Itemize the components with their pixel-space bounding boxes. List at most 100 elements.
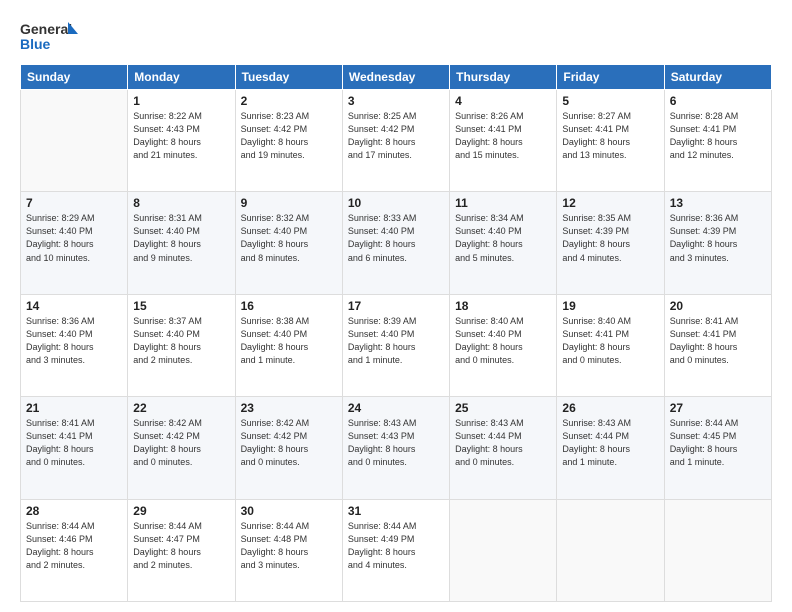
day-info: Sunrise: 8:23 AM Sunset: 4:42 PM Dayligh… bbox=[241, 110, 337, 162]
day-number: 10 bbox=[348, 196, 444, 210]
calendar-cell: 9 Sunrise: 8:32 AM Sunset: 4:40 PM Daylig… bbox=[235, 192, 342, 294]
calendar-cell: 28 Sunrise: 8:44 AM Sunset: 4:46 PM Dayli… bbox=[21, 499, 128, 601]
calendar-cell: 18Sunrise: 8:40 AM Sunset: 4:40 PM Dayli… bbox=[450, 294, 557, 396]
svg-text:Blue: Blue bbox=[20, 36, 51, 52]
calendar-body: 1Sunrise: 8:22 AM Sunset: 4:43 PM Daylig… bbox=[21, 90, 772, 602]
day-info: Sunrise: 8:31 AM Sunset: 4:40 PM Dayligh… bbox=[133, 212, 229, 264]
calendar-cell: 3 Sunrise: 8:25 AM Sunset: 4:42 PM Daylig… bbox=[342, 90, 449, 192]
day-number: 30 bbox=[241, 504, 337, 518]
header-row: SundayMondayTuesdayWednesdayThursdayFrid… bbox=[21, 65, 772, 90]
day-number: 19 bbox=[562, 299, 658, 313]
day-info: Sunrise: 8:22 AM Sunset: 4:43 PM Dayligh… bbox=[133, 110, 229, 162]
calendar-cell: 2 Sunrise: 8:23 AM Sunset: 4:42 PM Daylig… bbox=[235, 90, 342, 192]
calendar-cell bbox=[450, 499, 557, 601]
svg-text:General: General bbox=[20, 21, 72, 37]
calendar-cell: 24Sunrise: 8:43 AM Sunset: 4:43 PM Dayli… bbox=[342, 397, 449, 499]
header-day-tuesday: Tuesday bbox=[235, 65, 342, 90]
day-info: Sunrise: 8:25 AM Sunset: 4:42 PM Dayligh… bbox=[348, 110, 444, 162]
calendar-cell: 26 Sunrise: 8:43 AM Sunset: 4:44 PM Dayli… bbox=[557, 397, 664, 499]
calendar-cell: 4 Sunrise: 8:26 AM Sunset: 4:41 PM Daylig… bbox=[450, 90, 557, 192]
calendar-cell: 30 Sunrise: 8:44 AM Sunset: 4:48 PM Dayli… bbox=[235, 499, 342, 601]
day-info: Sunrise: 8:44 AM Sunset: 4:47 PM Dayligh… bbox=[133, 520, 229, 572]
day-number: 25 bbox=[455, 401, 551, 415]
calendar-table: SundayMondayTuesdayWednesdayThursdayFrid… bbox=[20, 64, 772, 602]
calendar-cell bbox=[664, 499, 771, 601]
calendar-cell: 25Sunrise: 8:43 AM Sunset: 4:44 PM Dayli… bbox=[450, 397, 557, 499]
day-info: Sunrise: 8:26 AM Sunset: 4:41 PM Dayligh… bbox=[455, 110, 551, 162]
day-info: Sunrise: 8:44 AM Sunset: 4:46 PM Dayligh… bbox=[26, 520, 122, 572]
week-row-2: 7Sunrise: 8:29 AM Sunset: 4:40 PM Daylig… bbox=[21, 192, 772, 294]
day-number: 2 bbox=[241, 94, 337, 108]
calendar-cell: 12Sunrise: 8:35 AM Sunset: 4:39 PM Dayli… bbox=[557, 192, 664, 294]
day-info: Sunrise: 8:41 AM Sunset: 4:41 PM Dayligh… bbox=[26, 417, 122, 469]
day-info: Sunrise: 8:32 AM Sunset: 4:40 PM Dayligh… bbox=[241, 212, 337, 264]
week-row-4: 21 Sunrise: 8:41 AM Sunset: 4:41 PM Dayli… bbox=[21, 397, 772, 499]
day-number: 9 bbox=[241, 196, 337, 210]
day-number: 7 bbox=[26, 196, 122, 210]
day-number: 17 bbox=[348, 299, 444, 313]
day-info: Sunrise: 8:38 AM Sunset: 4:40 PM Dayligh… bbox=[241, 315, 337, 367]
header-day-saturday: Saturday bbox=[664, 65, 771, 90]
calendar-cell: 20Sunrise: 8:41 AM Sunset: 4:41 PM Dayli… bbox=[664, 294, 771, 396]
calendar-cell: 29Sunrise: 8:44 AM Sunset: 4:47 PM Dayli… bbox=[128, 499, 235, 601]
logo-svg: GeneralBlue bbox=[20, 18, 80, 54]
calendar-cell: 22Sunrise: 8:42 AM Sunset: 4:42 PM Dayli… bbox=[128, 397, 235, 499]
day-number: 13 bbox=[670, 196, 766, 210]
header-day-wednesday: Wednesday bbox=[342, 65, 449, 90]
day-number: 22 bbox=[133, 401, 229, 415]
calendar-cell: 15Sunrise: 8:37 AM Sunset: 4:40 PM Dayli… bbox=[128, 294, 235, 396]
week-row-1: 1Sunrise: 8:22 AM Sunset: 4:43 PM Daylig… bbox=[21, 90, 772, 192]
week-row-3: 14Sunrise: 8:36 AM Sunset: 4:40 PM Dayli… bbox=[21, 294, 772, 396]
week-row-5: 28 Sunrise: 8:44 AM Sunset: 4:46 PM Dayli… bbox=[21, 499, 772, 601]
day-info: Sunrise: 8:42 AM Sunset: 4:42 PM Dayligh… bbox=[241, 417, 337, 469]
day-number: 21 bbox=[26, 401, 122, 415]
header: GeneralBlue bbox=[20, 18, 772, 54]
logo: GeneralBlue bbox=[20, 18, 80, 54]
day-info: Sunrise: 8:28 AM Sunset: 4:41 PM Dayligh… bbox=[670, 110, 766, 162]
day-info: Sunrise: 8:34 AM Sunset: 4:40 PM Dayligh… bbox=[455, 212, 551, 264]
day-number: 14 bbox=[26, 299, 122, 313]
day-number: 26 bbox=[562, 401, 658, 415]
calendar-cell bbox=[21, 90, 128, 192]
day-number: 12 bbox=[562, 196, 658, 210]
calendar-cell: 1Sunrise: 8:22 AM Sunset: 4:43 PM Daylig… bbox=[128, 90, 235, 192]
header-day-sunday: Sunday bbox=[21, 65, 128, 90]
day-number: 24 bbox=[348, 401, 444, 415]
calendar-cell: 7Sunrise: 8:29 AM Sunset: 4:40 PM Daylig… bbox=[21, 192, 128, 294]
day-number: 23 bbox=[241, 401, 337, 415]
calendar-cell: 19 Sunrise: 8:40 AM Sunset: 4:41 PM Dayli… bbox=[557, 294, 664, 396]
calendar-cell: 27 Sunrise: 8:44 AM Sunset: 4:45 PM Dayli… bbox=[664, 397, 771, 499]
day-info: Sunrise: 8:43 AM Sunset: 4:44 PM Dayligh… bbox=[562, 417, 658, 469]
day-info: Sunrise: 8:40 AM Sunset: 4:41 PM Dayligh… bbox=[562, 315, 658, 367]
day-number: 28 bbox=[26, 504, 122, 518]
day-number: 20 bbox=[670, 299, 766, 313]
header-day-friday: Friday bbox=[557, 65, 664, 90]
day-info: Sunrise: 8:27 AM Sunset: 4:41 PM Dayligh… bbox=[562, 110, 658, 162]
calendar-cell: 8Sunrise: 8:31 AM Sunset: 4:40 PM Daylig… bbox=[128, 192, 235, 294]
calendar-header: SundayMondayTuesdayWednesdayThursdayFrid… bbox=[21, 65, 772, 90]
calendar-cell: 13Sunrise: 8:36 AM Sunset: 4:39 PM Dayli… bbox=[664, 192, 771, 294]
day-info: Sunrise: 8:44 AM Sunset: 4:48 PM Dayligh… bbox=[241, 520, 337, 572]
day-number: 16 bbox=[241, 299, 337, 313]
calendar-cell bbox=[557, 499, 664, 601]
day-number: 4 bbox=[455, 94, 551, 108]
header-day-thursday: Thursday bbox=[450, 65, 557, 90]
calendar-cell: 11 Sunrise: 8:34 AM Sunset: 4:40 PM Dayli… bbox=[450, 192, 557, 294]
day-info: Sunrise: 8:33 AM Sunset: 4:40 PM Dayligh… bbox=[348, 212, 444, 264]
calendar-cell: 23 Sunrise: 8:42 AM Sunset: 4:42 PM Dayli… bbox=[235, 397, 342, 499]
day-info: Sunrise: 8:44 AM Sunset: 4:49 PM Dayligh… bbox=[348, 520, 444, 572]
header-day-monday: Monday bbox=[128, 65, 235, 90]
day-info: Sunrise: 8:39 AM Sunset: 4:40 PM Dayligh… bbox=[348, 315, 444, 367]
calendar-cell: 10 Sunrise: 8:33 AM Sunset: 4:40 PM Dayli… bbox=[342, 192, 449, 294]
day-info: Sunrise: 8:37 AM Sunset: 4:40 PM Dayligh… bbox=[133, 315, 229, 367]
day-info: Sunrise: 8:40 AM Sunset: 4:40 PM Dayligh… bbox=[455, 315, 551, 367]
calendar-cell: 5Sunrise: 8:27 AM Sunset: 4:41 PM Daylig… bbox=[557, 90, 664, 192]
day-number: 11 bbox=[455, 196, 551, 210]
day-number: 3 bbox=[348, 94, 444, 108]
day-info: Sunrise: 8:44 AM Sunset: 4:45 PM Dayligh… bbox=[670, 417, 766, 469]
calendar-cell: 6Sunrise: 8:28 AM Sunset: 4:41 PM Daylig… bbox=[664, 90, 771, 192]
page: GeneralBlue SundayMondayTuesdayWednesday… bbox=[0, 0, 792, 612]
calendar-cell: 31Sunrise: 8:44 AM Sunset: 4:49 PM Dayli… bbox=[342, 499, 449, 601]
day-number: 27 bbox=[670, 401, 766, 415]
calendar-cell: 21 Sunrise: 8:41 AM Sunset: 4:41 PM Dayli… bbox=[21, 397, 128, 499]
